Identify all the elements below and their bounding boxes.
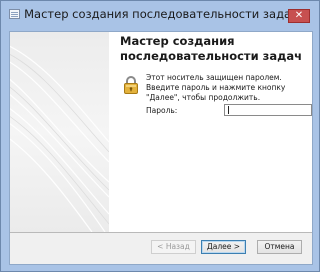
next-button[interactable]: Далее > bbox=[201, 240, 246, 254]
password-label: Пароль: bbox=[146, 106, 178, 115]
window-frame: Мастер создания последовательности задач… bbox=[0, 0, 320, 272]
back-button[interactable]: < Назад bbox=[151, 240, 196, 254]
text-caret bbox=[228, 106, 229, 114]
wizard-watermark-image bbox=[10, 32, 109, 232]
cancel-button[interactable]: Отмена bbox=[257, 240, 302, 254]
password-message: Этот носитель защищен паролем. Введите п… bbox=[146, 73, 286, 102]
close-button[interactable]: ✕ bbox=[288, 9, 310, 23]
title-bar[interactable]: Мастер создания последовательности задач… bbox=[1, 1, 320, 29]
window-title: Мастер создания последовательности задач bbox=[24, 7, 298, 21]
wizard-body: Мастер создания последовательности задач… bbox=[9, 31, 313, 265]
password-input[interactable] bbox=[224, 104, 312, 116]
close-icon: ✕ bbox=[294, 10, 304, 21]
padlock-icon bbox=[123, 76, 139, 94]
page-heading: Мастер создания последовательности задач bbox=[120, 34, 303, 63]
wizard-content: Мастер создания последовательности задач… bbox=[110, 32, 312, 232]
button-bar: < Назад Далее > Отмена bbox=[10, 233, 312, 264]
